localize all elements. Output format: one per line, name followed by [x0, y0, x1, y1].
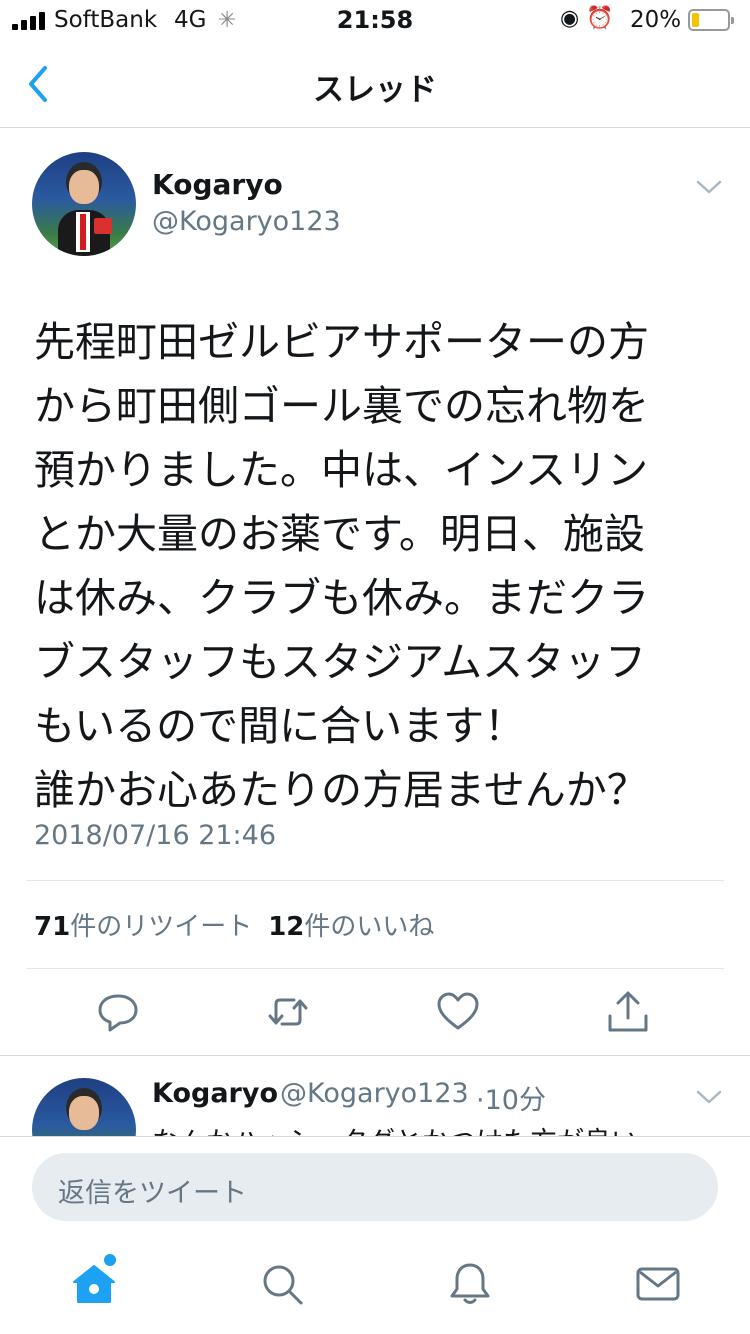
retweet-count: 71 — [34, 912, 71, 942]
tweet-timestamp: 2018/07/16 21:46 — [34, 820, 277, 851]
page-title: スレッド — [313, 72, 437, 108]
retweet-label: 件のリツイート — [70, 912, 253, 942]
retweet-stats[interactable]: 71件のリツイート — [34, 912, 252, 942]
tweet-text-line: とか大量のお薬です。明日、施設 — [34, 510, 645, 558]
tweet-text-line: もいるので間に合います！ — [34, 702, 526, 750]
chevron-down-icon[interactable] — [694, 1086, 724, 1108]
search-icon[interactable] — [258, 1260, 306, 1308]
notifications-icon[interactable] — [446, 1260, 494, 1308]
display-name[interactable]: Kogaryo — [152, 168, 283, 201]
divider — [26, 880, 724, 881]
status-icons: ◉ ⏰ — [560, 6, 614, 31]
reply-text: なんかハッシュタグとかつけた方が良い — [152, 1120, 638, 1136]
tweet-text-line: 誰かお心あたりの方居ませんか？ — [34, 766, 648, 814]
tweet-text-line: から町田側ゴール裏での忘れ物を — [34, 382, 649, 430]
reply-input[interactable]: 返信をツイート — [32, 1153, 718, 1221]
alarm-icon: ⏰ — [586, 6, 614, 31]
battery-percentage: 20% — [630, 7, 682, 33]
avatar[interactable] — [32, 152, 136, 256]
messages-icon[interactable] — [634, 1260, 682, 1308]
reply-display-name[interactable]: Kogaryo — [152, 1078, 278, 1109]
rotation-lock-icon: ◉ — [560, 6, 580, 31]
tweet-text: 先程町田ゼルビアサポーターの方 から町田側ゴール裏での忘れ物を 預かりました。中… — [34, 310, 724, 822]
like-label: 件のいいね — [304, 912, 435, 942]
retweet-icon[interactable] — [264, 988, 312, 1036]
home-icon[interactable] — [70, 1260, 118, 1308]
chevron-down-icon[interactable] — [694, 176, 724, 198]
tweet-stats: 71件のリツイート 12件のいいね — [34, 906, 434, 943]
battery-level-fill — [692, 13, 699, 27]
tweet-text-line: は休み、クラブも休み。まだクラ — [34, 574, 649, 622]
divider — [0, 1055, 750, 1056]
reply-icon[interactable] — [94, 988, 142, 1036]
tweet-text-line: ブスタッフもスタジアムスタッフ — [34, 638, 647, 686]
divider — [26, 968, 724, 969]
home-notification-dot — [104, 1254, 116, 1266]
like-stats[interactable]: 12件のいいね — [268, 912, 434, 942]
reply-user-handle[interactable]: @Kogaryo123 — [280, 1078, 469, 1109]
tweet-text-line: 先程町田ゼルビアサポーターの方 — [34, 318, 649, 366]
status-bar: SoftBank 4G ✳ 21:58 ◉ ⏰ 20% — [0, 0, 750, 40]
tweet-text-line: 預かりました。中は、インスリン — [34, 446, 649, 494]
reply-time: ·10分 — [476, 1085, 546, 1116]
like-icon[interactable] — [434, 988, 482, 1036]
user-handle[interactable]: @Kogaryo123 — [152, 206, 341, 237]
share-icon[interactable] — [604, 988, 652, 1036]
navigation-bar: スレッド — [0, 40, 750, 128]
battery-icon — [688, 9, 734, 31]
like-count: 12 — [268, 912, 305, 942]
